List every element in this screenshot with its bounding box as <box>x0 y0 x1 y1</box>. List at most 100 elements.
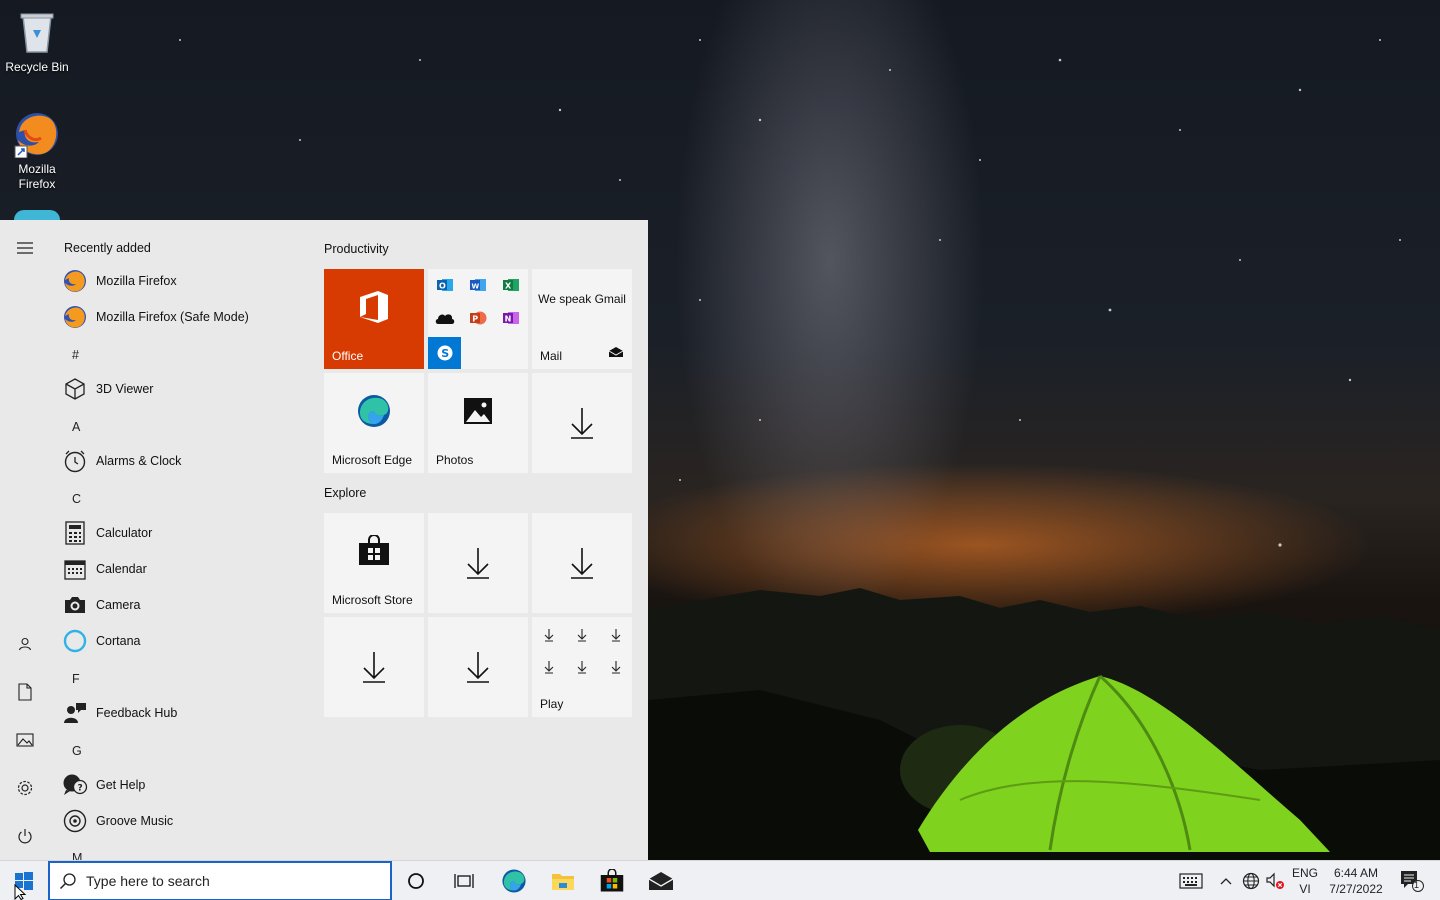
app-item-feedback-hub[interactable]: Feedback Hub <box>62 696 302 730</box>
desktop-icon-label: Mozilla Firefox <box>18 162 56 191</box>
folder-icon <box>552 874 574 890</box>
edge-icon <box>502 869 526 893</box>
calculator-icon <box>62 520 88 546</box>
app-item-label: Calculator <box>96 526 153 540</box>
recently-added-heading: Recently added <box>64 241 151 255</box>
network-button[interactable] <box>1240 861 1262 900</box>
tile-download-pending[interactable] <box>532 513 632 613</box>
download-arrow-icon <box>324 617 424 717</box>
language-primary: ENG <box>1291 866 1318 880</box>
envelope-icon <box>608 346 624 361</box>
section-letter-c[interactable]: C <box>72 492 81 506</box>
download-arrow-icon <box>532 373 632 473</box>
firefox-icon <box>13 110 61 159</box>
settings-button[interactable] <box>0 766 50 810</box>
photos-icon <box>428 373 528 449</box>
app-item-get-help[interactable]: ? Get Help <box>62 768 302 802</box>
svg-text:N: N <box>505 315 512 324</box>
music-disc-icon <box>62 808 88 834</box>
power-button[interactable] <box>0 814 50 858</box>
tile-play-folder[interactable]: Play <box>532 617 632 717</box>
word-icon: W <box>469 277 487 296</box>
tile-mail[interactable]: We speak Gmail Mail <box>532 269 632 369</box>
chevron-up-icon <box>1220 878 1232 885</box>
onedrive-icon <box>435 311 455 328</box>
office-logo-icon <box>324 269 424 345</box>
cortana-ring-icon <box>62 628 88 654</box>
section-letter-m[interactable]: M <box>72 851 82 860</box>
tile-download-pending[interactable] <box>428 617 528 717</box>
section-letter-hash[interactable]: # <box>72 348 79 362</box>
language-secondary: VI <box>1299 882 1311 896</box>
taskbar-app-mail[interactable] <box>637 861 685 900</box>
app-item-label: Mozilla Firefox <box>96 274 177 288</box>
tile-office[interactable]: Office <box>324 269 424 369</box>
app-item-calculator[interactable]: Calculator <box>62 516 302 550</box>
svg-text:?: ? <box>78 784 83 794</box>
tile-label: Photos <box>436 453 474 467</box>
section-letter-a[interactable]: A <box>72 420 80 434</box>
tile-microsoft-store[interactable]: Microsoft Store <box>324 513 424 613</box>
app-item-camera[interactable]: Camera <box>62 588 302 622</box>
notification-count: 1 <box>1414 880 1420 890</box>
taskbar-app-store[interactable] <box>588 861 636 900</box>
action-center-button[interactable]: 1 <box>1392 861 1432 900</box>
edge-icon <box>324 373 424 449</box>
input-language-button[interactable]: ENG VI <box>1288 861 1322 900</box>
tile-microsoft-edge[interactable]: Microsoft Edge <box>324 373 424 473</box>
pictures-button[interactable] <box>0 718 50 762</box>
taskbar-app-file-explorer[interactable] <box>539 861 587 900</box>
desktop-icon-partial <box>14 210 60 220</box>
tile-label: Microsoft Edge <box>332 453 413 467</box>
globe-icon <box>1242 872 1260 890</box>
show-hidden-icons-button[interactable] <box>1216 861 1236 900</box>
tile-photos[interactable]: Photos <box>428 373 528 473</box>
tile-group-title[interactable]: Explore <box>324 486 366 500</box>
svg-text:S: S <box>441 347 449 360</box>
touch-keyboard-button[interactable] <box>1174 861 1208 900</box>
tile-download-pending[interactable] <box>532 373 632 473</box>
start-menu: Recently added Mozilla Firefox Mozilla F… <box>0 220 648 860</box>
download-arrow-icon <box>532 513 632 613</box>
section-letter-g[interactable]: G <box>72 744 82 758</box>
desktop-icon-firefox[interactable]: Mozilla Firefox <box>0 110 74 192</box>
search-input[interactable] <box>86 866 376 896</box>
app-item-label: Groove Music <box>96 814 174 828</box>
task-view-icon <box>454 874 474 888</box>
tile-label: Play <box>540 697 564 711</box>
desktop-icon-recycle-bin[interactable]: Recycle Bin <box>0 8 74 75</box>
volume-button[interactable] <box>1264 861 1286 900</box>
store-bag-icon <box>324 513 424 589</box>
app-item-calendar[interactable]: Calendar <box>62 552 302 586</box>
taskbar-search-box[interactable] <box>48 861 392 900</box>
app-item-mozilla-firefox[interactable]: Mozilla Firefox <box>62 264 302 298</box>
clock-button[interactable]: 6:44 AM 7/27/2022 <box>1324 861 1388 900</box>
cortana-button[interactable] <box>392 861 440 900</box>
hamburger-icon <box>17 242 33 254</box>
tile-download-pending[interactable] <box>324 617 424 717</box>
download-arrow-icon <box>428 617 528 717</box>
taskbar-app-edge[interactable] <box>490 861 538 900</box>
tile-download-pending[interactable] <box>428 513 528 613</box>
cortana-circle-icon <box>408 873 424 889</box>
documents-button[interactable] <box>0 670 50 714</box>
task-view-button[interactable] <box>440 861 488 900</box>
app-item-label: Get Help <box>96 778 146 792</box>
tile-group-title[interactable]: Productivity <box>324 242 389 256</box>
recycle-bin-icon <box>13 8 61 56</box>
section-letter-f[interactable]: F <box>72 672 80 686</box>
store-bag-icon <box>600 869 624 892</box>
tile-office-apps-folder[interactable]: O W X P N S <box>428 269 528 369</box>
app-list: Recently added Mozilla Firefox Mozilla F… <box>50 220 310 860</box>
app-item-cortana[interactable]: Cortana <box>62 624 302 658</box>
app-item-groove-music[interactable]: Groove Music <box>62 804 302 838</box>
tile-label: Office <box>332 349 364 363</box>
user-account-button[interactable] <box>0 622 50 666</box>
powerpoint-icon: P <box>469 310 487 329</box>
app-item-alarms-clock[interactable]: Alarms & Clock <box>62 444 302 478</box>
app-item-label: Mozilla Firefox (Safe Mode) <box>96 310 249 324</box>
app-item-firefox-safe-mode[interactable]: Mozilla Firefox (Safe Mode) <box>62 300 302 334</box>
calendar-icon <box>62 556 88 582</box>
menu-hamburger-button[interactable] <box>0 226 50 270</box>
app-item-3d-viewer[interactable]: 3D Viewer <box>62 372 302 406</box>
